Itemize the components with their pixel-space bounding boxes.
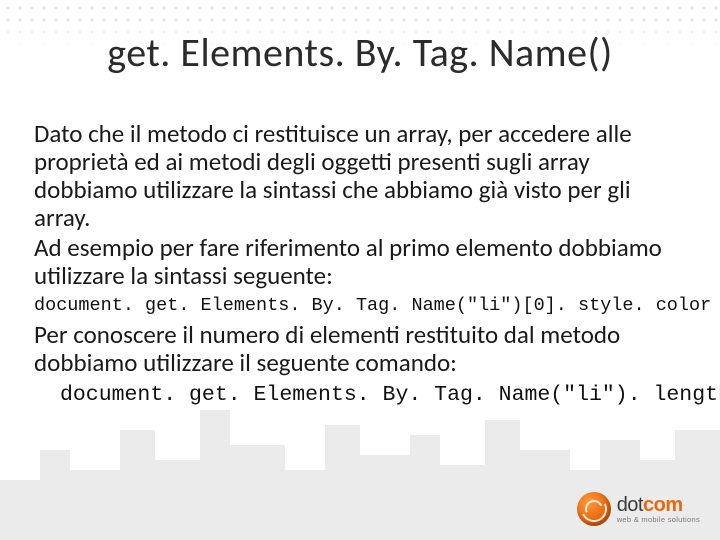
logo-brand-name: dotcom xyxy=(617,495,700,515)
logo-tagline: web & mobile solutions xyxy=(617,516,700,524)
logo-brand-suffix: com xyxy=(643,494,683,516)
slide: get. Elements. By. Tag. Name() Dato che … xyxy=(0,0,720,540)
slide-title: get. Elements. By. Tag. Name() xyxy=(0,28,720,77)
slide-body: Dato che il metodo ci restituisce un arr… xyxy=(34,120,686,407)
body-paragraph-1: Dato che il metodo ci restituisce un arr… xyxy=(34,120,686,232)
logo-text: dotcom web & mobile solutions xyxy=(617,495,700,524)
logo-brand-prefix: dot xyxy=(617,494,643,516)
code-sample-2: document. get. Elements. By. Tag. Name("… xyxy=(60,383,686,407)
body-paragraph-3: Per conoscere il numero di elementi rest… xyxy=(34,321,686,377)
brand-logo: dotcom web & mobile solutions xyxy=(577,492,700,526)
logo-mark-icon xyxy=(577,492,611,526)
code-sample-1: document. get. Elements. By. Tag. Name("… xyxy=(34,296,686,317)
body-paragraph-2: Ad esempio per fare riferimento al primo… xyxy=(34,234,686,290)
